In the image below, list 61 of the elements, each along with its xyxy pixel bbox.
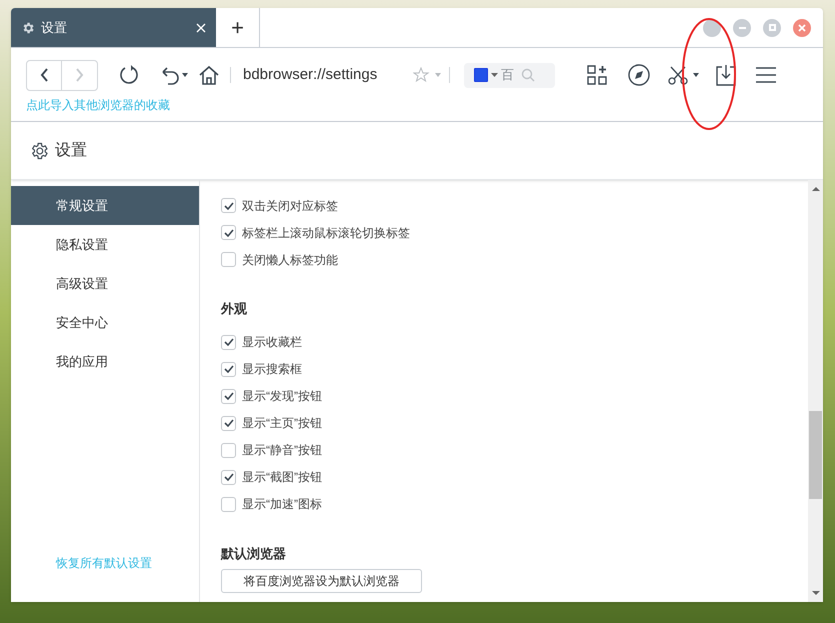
- option-label: 显示“加速”图标: [242, 496, 322, 513]
- sidebar-item[interactable]: 隐私设置: [11, 225, 199, 264]
- scroll-down-icon[interactable]: [812, 591, 820, 596]
- checkmark-icon: [224, 365, 234, 373]
- page-title: 设置: [55, 140, 87, 160]
- checkmark-icon: [224, 473, 234, 481]
- option-label: 显示收藏栏: [242, 334, 302, 351]
- checkmark-icon: [224, 202, 234, 210]
- apps-icon[interactable]: [587, 65, 607, 85]
- checkbox[interactable]: [221, 198, 236, 213]
- sidebar-item[interactable]: 安全中心: [11, 303, 199, 342]
- close-icon: [798, 24, 806, 32]
- close-icon[interactable]: [196, 22, 206, 32]
- star-icon[interactable]: [413, 67, 443, 83]
- caret-icon: [491, 72, 498, 78]
- section-title: 默认浏览器: [221, 544, 287, 562]
- checkbox[interactable]: [221, 225, 236, 240]
- search-icon: [521, 68, 535, 82]
- sidebar-item[interactable]: 高级设置: [11, 264, 199, 303]
- set-default-browser-button[interactable]: 将百度浏览器设为默认浏览器: [221, 569, 422, 593]
- chevron-left-icon: [40, 68, 48, 82]
- checkbox[interactable]: [221, 442, 236, 458]
- option-label: 显示“截图”按钮: [242, 469, 322, 486]
- checkmark-icon: [224, 228, 234, 236]
- option-label: 显示“发现”按钮: [242, 388, 322, 405]
- reload-icon[interactable]: [118, 64, 140, 86]
- checkbox[interactable]: [221, 362, 236, 376]
- option-label: 双击关闭对应标签: [242, 198, 338, 214]
- section-title: 外观: [221, 300, 248, 318]
- sidebar-item[interactable]: 我的应用: [11, 342, 199, 381]
- address-field[interactable]: bdbrowser://settings: [243, 64, 413, 86]
- checkmark-icon: [224, 392, 234, 400]
- search-engine-text: 百: [501, 66, 514, 84]
- scissors-icon[interactable]: [668, 65, 700, 85]
- home-icon[interactable]: [198, 64, 220, 86]
- checkbox[interactable]: [221, 416, 236, 430]
- checkbox[interactable]: [221, 470, 236, 484]
- compass-icon[interactable]: [628, 64, 650, 86]
- checkbox[interactable]: [221, 388, 236, 404]
- option-label: 显示“静音”按钮: [242, 442, 322, 459]
- sidebar-item[interactable]: 常规设置: [11, 186, 199, 225]
- checkmark-icon: [224, 338, 234, 346]
- checkmark-icon: [224, 419, 234, 427]
- settings-icon: [21, 20, 35, 34]
- settings-icon: [29, 140, 49, 160]
- checkbox[interactable]: [221, 334, 236, 350]
- option-label: 显示搜索框: [242, 361, 302, 378]
- chevron-right-icon: [75, 68, 84, 82]
- checkbox[interactable]: [221, 496, 236, 512]
- checkbox[interactable]: [221, 252, 236, 267]
- download-icon[interactable]: [716, 64, 736, 86]
- scrollbar[interactable]: [808, 180, 823, 602]
- browser-tab[interactable]: 设置: [11, 8, 216, 47]
- option-label: 关闭懒人标签功能: [242, 252, 338, 268]
- scroll-up-icon[interactable]: [812, 186, 820, 191]
- menu-icon[interactable]: [756, 67, 776, 83]
- option-label: 标签栏上滚动鼠标滚轮切换标签: [242, 224, 410, 242]
- tab-title: 设置: [41, 18, 68, 37]
- option-label: 显示“主页”按钮: [242, 415, 322, 432]
- scrollbar-thumb[interactable]: [809, 411, 822, 499]
- new-tab-button[interactable]: +: [216, 8, 260, 47]
